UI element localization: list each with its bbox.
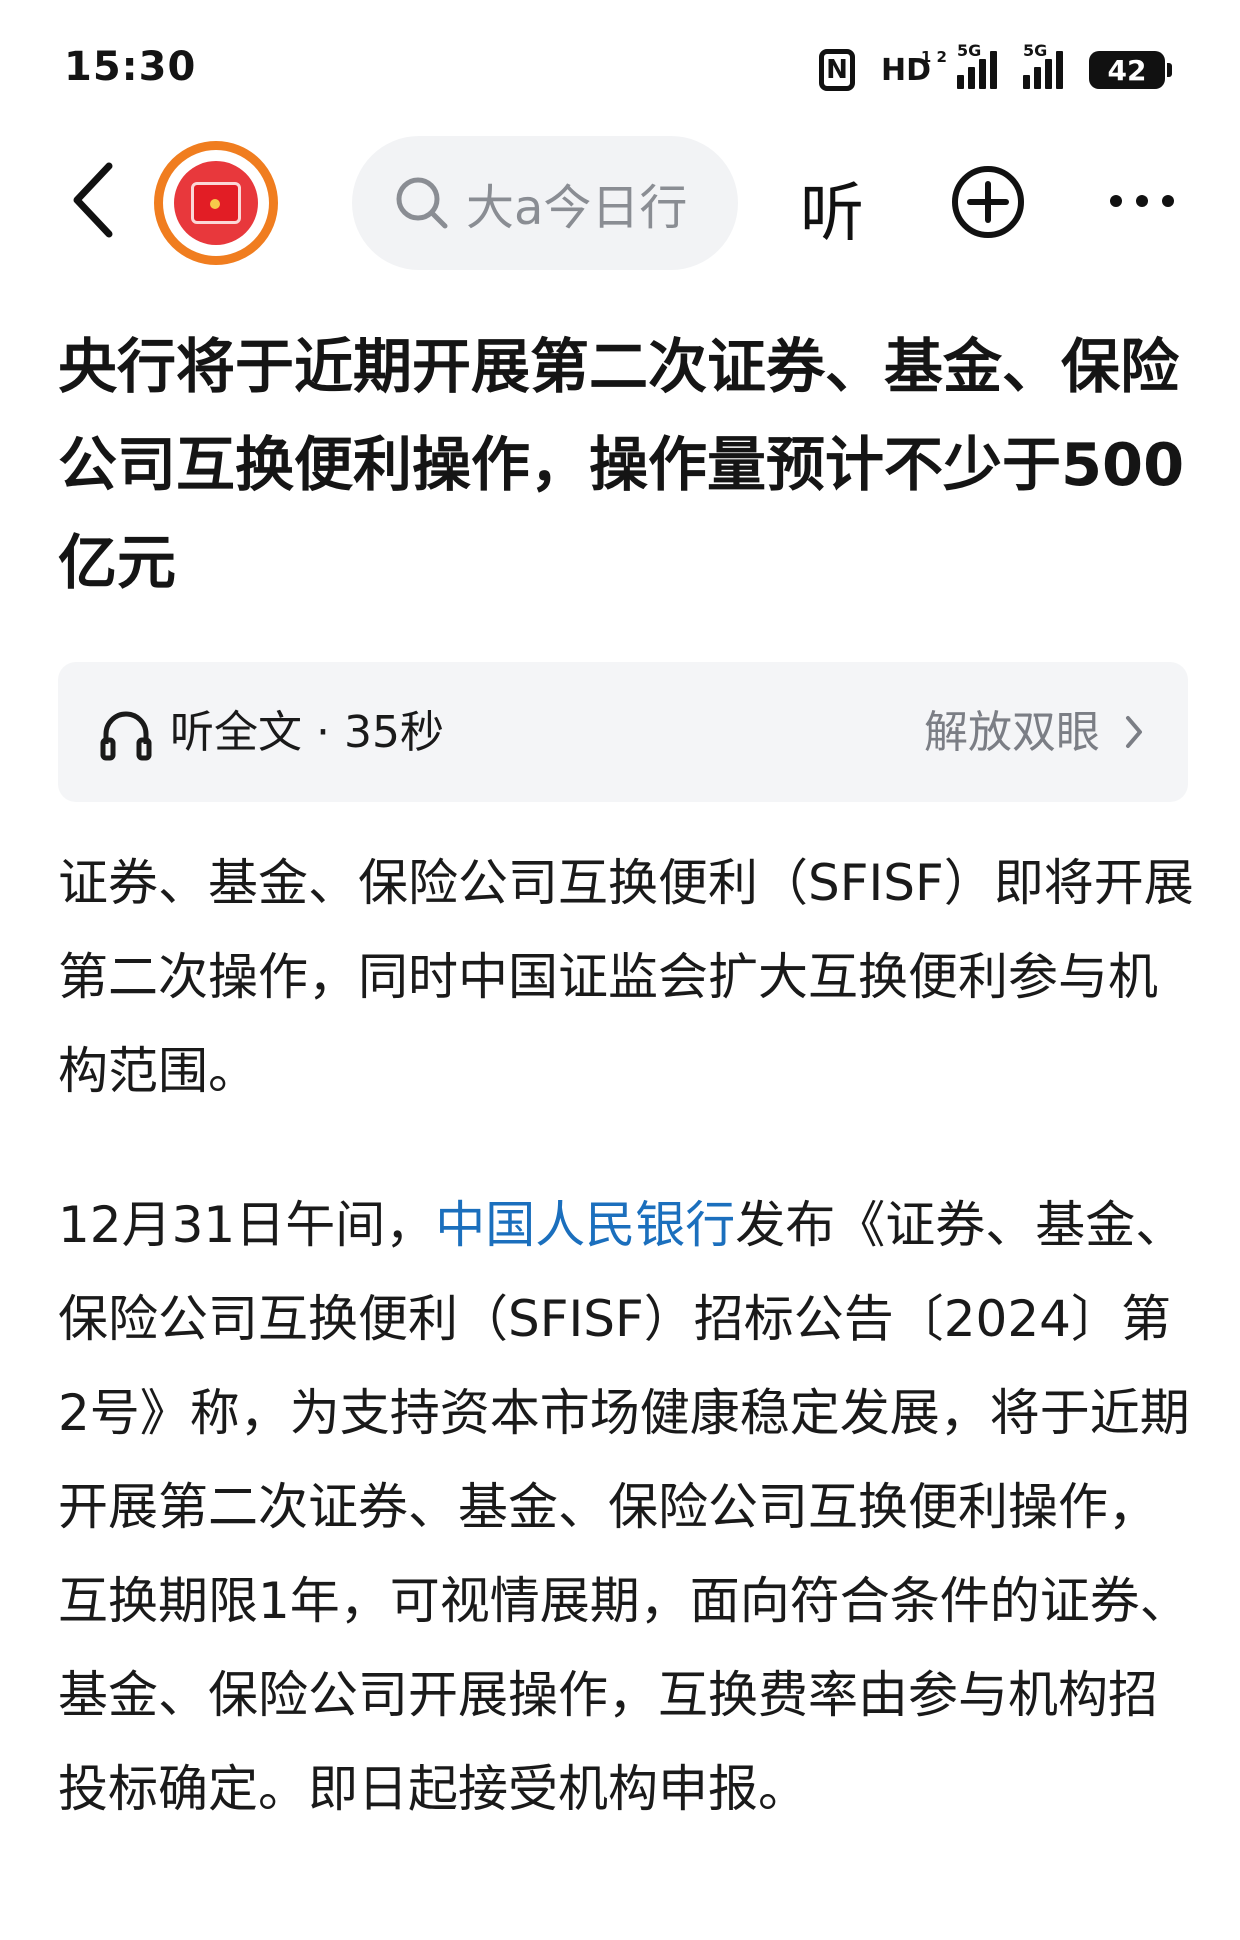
signal-icon-1: 5G — [957, 41, 997, 89]
headphone-icon — [100, 711, 152, 761]
paragraph-2-body: 发布《证券、基金、保险公司互换便利（SFISF）招标公告〔2024〕第2号》称，… — [58, 1196, 1190, 1818]
pboc-link[interactable]: 中国人民银行 — [435, 1196, 735, 1254]
search-icon — [396, 177, 448, 229]
article-paragraph-2: 12月31日午间，中国人民银行发布《证券、基金、保险公司互换便利（SFISF）招… — [58, 1178, 1198, 1836]
signal-2-type: 5G — [1023, 41, 1048, 60]
status-bar: 15:30 N HD 1 2 5G 5G 42 — [0, 0, 1240, 150]
plus-circle-icon[interactable] — [950, 164, 1026, 240]
logo-inner — [174, 161, 258, 245]
chevron-right-icon — [1126, 716, 1142, 748]
nfc-icon: N — [818, 49, 855, 91]
back-arrow-icon — [73, 162, 113, 238]
article-title: 央行将于近期开展第二次证券、基金、保险公司互换便利操作，操作量预计不少于500亿… — [58, 332, 1185, 597]
listen-button[interactable]: 听 — [800, 162, 864, 254]
back-button[interactable] — [58, 160, 128, 240]
battery-level: 42 — [1107, 53, 1147, 87]
more-icon[interactable] — [1106, 176, 1178, 226]
listen-full-text-label: 听全文 · 35秒 — [170, 707, 444, 758]
article-paragraph-1: 证券、基金、保险公司互换便利（SFISF）即将开展第二次操作，同时中国证监会扩大… — [58, 854, 1194, 1100]
hd-sub: 1 2 — [920, 47, 947, 66]
search-box[interactable]: 大a今日行 — [352, 136, 738, 270]
signal-icon-2: 5G — [1023, 41, 1063, 89]
battery-icon: 42 — [1089, 51, 1172, 89]
envelope-icon — [191, 182, 241, 224]
listen-full-text-bar[interactable]: 听全文 · 35秒 解放双眼 — [58, 662, 1188, 802]
app-logo-icon[interactable] — [154, 141, 278, 265]
paragraph-2-prefix: 12月31日午间， — [58, 1196, 436, 1254]
search-placeholder: 大a今日行 — [466, 180, 688, 236]
release-eyes-label[interactable]: 解放双眼 — [924, 696, 1100, 760]
signal-1-type: 5G — [957, 41, 982, 60]
status-icons: N HD 1 2 5G 5G 42 — [818, 41, 1172, 96]
status-time: 15:30 — [64, 44, 197, 90]
hd-icon: HD 1 2 — [881, 49, 947, 88]
